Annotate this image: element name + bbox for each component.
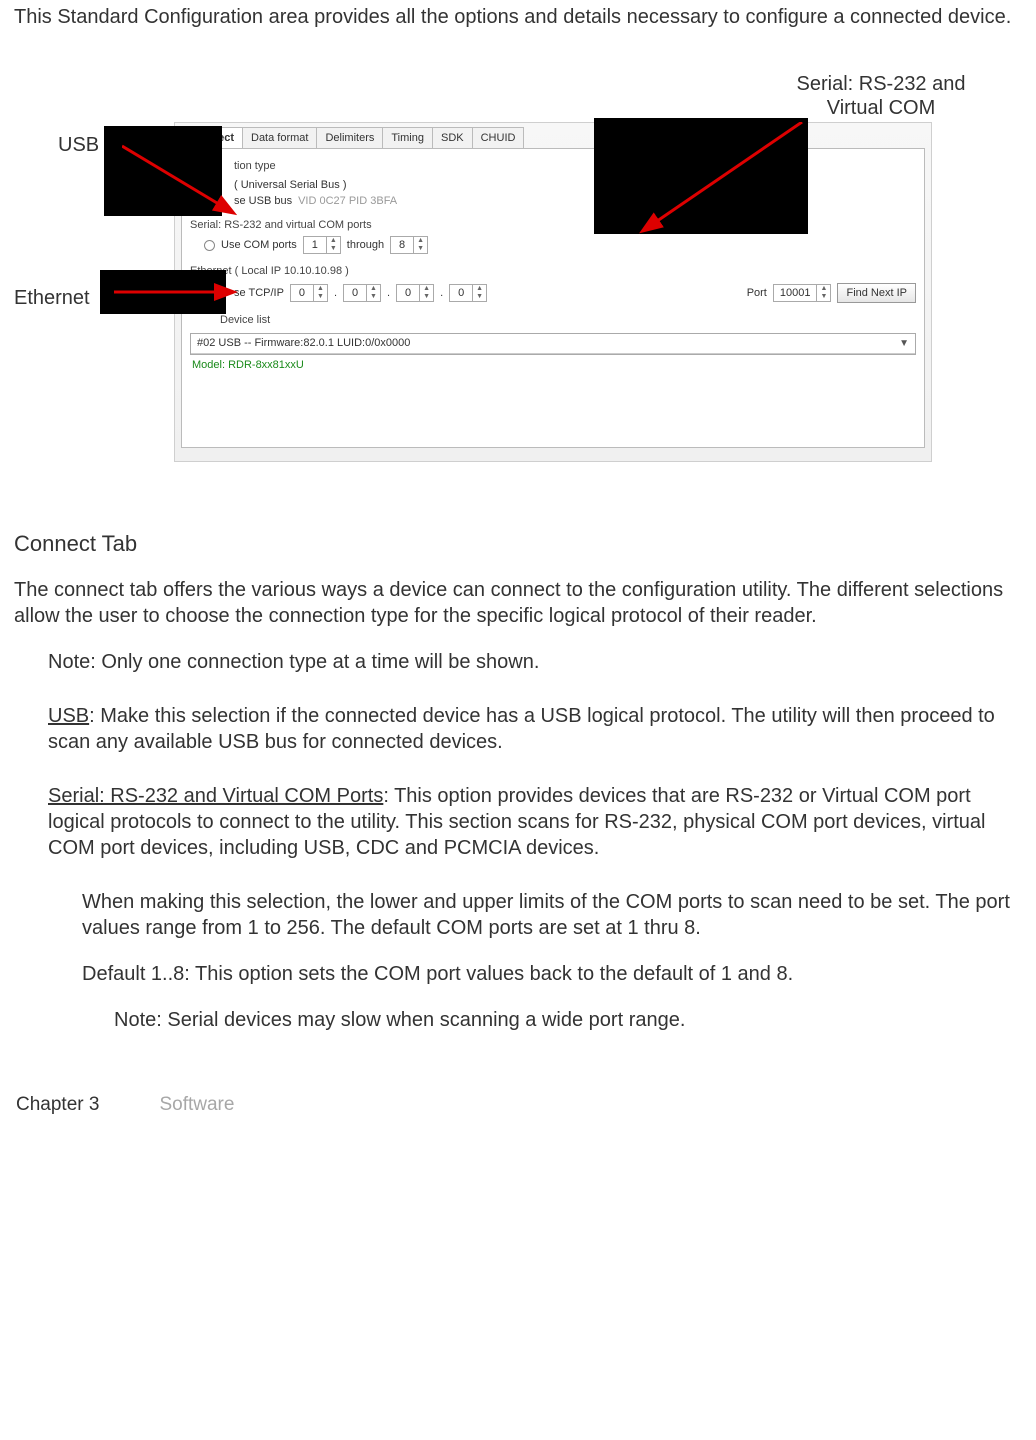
ip-b-spin[interactable]: 0▲▼ [343, 284, 381, 302]
port-spin[interactable]: 10001▲▼ [773, 284, 832, 302]
spin-arrows-icon[interactable]: ▲▼ [419, 285, 433, 301]
usb-paragraph: USB: Make this selection if the connecte… [48, 703, 1022, 755]
overlay-ethernet [100, 270, 226, 314]
ip-dot: . [440, 286, 443, 300]
tab-pane: tion type ( Universal Serial Bus ) se US… [181, 148, 925, 448]
chevron-down-icon: ▼ [899, 337, 909, 350]
serial-paragraph: Serial: RS-232 and Virtual COM Ports: Th… [48, 783, 1022, 861]
callout-ethernet: Ethernet [14, 285, 90, 311]
callout-usb: USB [58, 132, 99, 158]
spin-arrows-icon[interactable]: ▲▼ [313, 285, 327, 301]
overlay-usb [104, 126, 222, 216]
note-single-connection: Note: Only one connection type at a time… [48, 649, 1022, 675]
overlay-serial [594, 118, 808, 234]
usb-line-b-prefix: se USB bus [234, 194, 292, 208]
device-list: #02 USB -- Firmware:82.0.1 LUID:0/0x0000… [190, 333, 916, 354]
tab-data-format[interactable]: Data format [242, 127, 317, 148]
spin-arrows-icon[interactable]: ▲▼ [816, 285, 830, 301]
usb-line-b-faded: VID 0C27 PID 3BFA [298, 194, 397, 208]
usb-line-a: ( Universal Serial Bus ) [234, 178, 916, 192]
serial-row: Use COM ports 1▲▼ through 8▲▼ [204, 236, 916, 254]
serial-label: Serial: RS-232 and Virtual COM Ports [48, 785, 383, 807]
com-from-spin[interactable]: 1▲▼ [303, 236, 341, 254]
find-next-ip-button[interactable]: Find Next IP [837, 283, 916, 303]
use-com-radio[interactable] [204, 240, 215, 251]
tab-timing[interactable]: Timing [382, 127, 433, 148]
through-label: through [347, 238, 384, 252]
com-to-spin[interactable]: 8▲▼ [390, 236, 428, 254]
ip-d-value: 0 [450, 286, 472, 300]
ethernet-row: se TCP/IP 0▲▼ . 0▲▼ . 0▲▼ . 0▲▼ Port 100… [204, 283, 916, 303]
footer-software: Software [159, 1093, 234, 1118]
spin-arrows-icon[interactable]: ▲▼ [413, 237, 427, 253]
usb-desc: : Make this selection if the connected d… [48, 705, 995, 753]
ip-dot: . [387, 286, 390, 300]
port-value: 10001 [774, 286, 817, 300]
com-to-value: 8 [391, 238, 413, 252]
spin-arrows-icon[interactable]: ▲▼ [326, 237, 340, 253]
callout-serial: Serial: RS-232 and Virtual COM [796, 72, 966, 120]
ip-c-value: 0 [397, 286, 419, 300]
ip-a-spin[interactable]: 0▲▼ [290, 284, 328, 302]
com-from-value: 1 [304, 238, 326, 252]
spin-arrows-icon[interactable]: ▲▼ [472, 285, 486, 301]
usb-line-b: se USB bus VID 0C27 PID 3BFA [234, 194, 916, 208]
device-select[interactable]: #02 USB -- Firmware:82.0.1 LUID:0/0x0000… [191, 334, 915, 353]
usb-label: USB [48, 705, 89, 727]
serial-note: Note: Serial devices may slow when scann… [114, 1007, 1022, 1033]
intro-text: This Standard Configuration area provide… [14, 4, 1022, 30]
ip-c-spin[interactable]: 0▲▼ [396, 284, 434, 302]
device-model: Model: RDR-8xx81xxU [190, 355, 916, 375]
ethernet-group-title: Ethernet ( Local IP 10.10.10.98 ) [190, 264, 916, 278]
serial-sub-1: When making this selection, the lower an… [82, 889, 1022, 941]
ip-a-value: 0 [291, 286, 313, 300]
tab-sdk[interactable]: SDK [432, 127, 473, 148]
device-list-title: Device list [220, 313, 916, 327]
serial-sub-2: Default 1..8: This option sets the COM p… [82, 961, 1022, 987]
use-com-label: Use COM ports [221, 238, 297, 252]
spin-arrows-icon[interactable]: ▲▼ [366, 285, 380, 301]
ip-d-spin[interactable]: 0▲▼ [449, 284, 487, 302]
tab-strip: Connect Data format Delimiters Timing SD… [175, 123, 931, 148]
ip-b-value: 0 [344, 286, 366, 300]
connect-tab-paragraph: The connect tab offers the various ways … [14, 577, 1022, 629]
port-label: Port [747, 286, 767, 300]
tab-chuid[interactable]: CHUID [472, 127, 525, 148]
config-panel: Connect Data format Delimiters Timing SD… [174, 122, 932, 462]
annotated-figure: USB Serial: RS-232 and Virtual COM Ether… [14, 80, 1022, 470]
device-selected-text: #02 USB -- Firmware:82.0.1 LUID:0/0x0000 [197, 336, 410, 350]
section-title: Connect Tab [14, 530, 1022, 559]
tcpip-label: se TCP/IP [234, 286, 284, 300]
usb-group-title: tion type [234, 159, 916, 173]
ip-dot: . [334, 286, 337, 300]
page-footer: Chapter 3 Software [14, 1093, 1022, 1118]
tab-delimiters[interactable]: Delimiters [316, 127, 383, 148]
footer-chapter: Chapter 3 [16, 1093, 99, 1118]
